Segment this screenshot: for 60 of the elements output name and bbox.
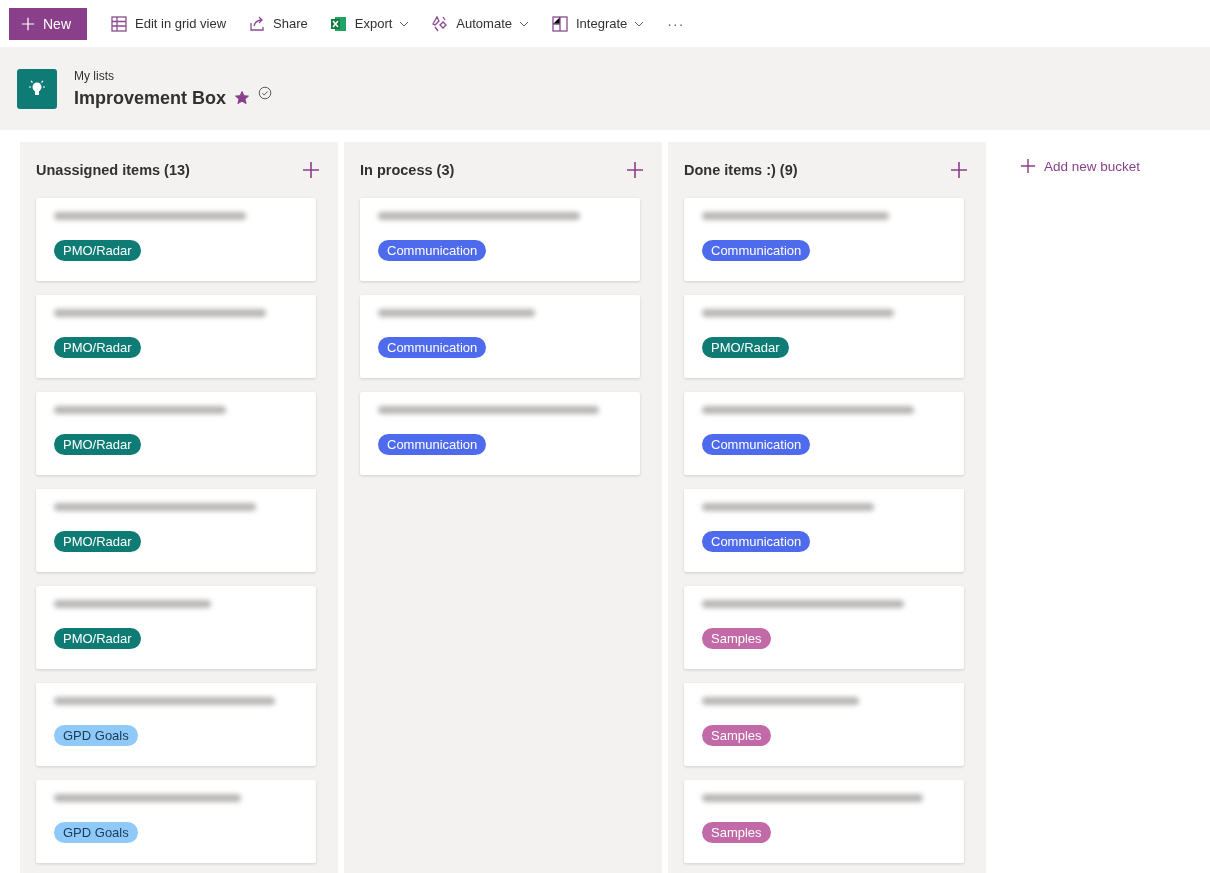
add-task-button[interactable] bbox=[624, 159, 646, 181]
grid-icon bbox=[110, 14, 128, 33]
task-card[interactable]: Samples bbox=[684, 683, 964, 766]
task-card[interactable]: PMO/Radar bbox=[36, 295, 316, 378]
task-card[interactable]: PMO/Radar bbox=[36, 586, 316, 669]
label-tag: GPD Goals bbox=[54, 725, 138, 746]
task-card[interactable]: Samples bbox=[684, 780, 964, 863]
task-card[interactable]: GPD Goals bbox=[36, 780, 316, 863]
task-card[interactable]: Samples bbox=[684, 586, 964, 669]
task-card[interactable]: GPD Goals bbox=[36, 683, 316, 766]
toolbar-button[interactable]: Edit in grid view bbox=[101, 7, 236, 40]
breadcrumb-link[interactable]: My lists bbox=[74, 68, 273, 83]
label-tag: PMO/Radar bbox=[702, 337, 789, 358]
task-card[interactable]: Communication bbox=[360, 295, 640, 378]
lightbulb-icon bbox=[17, 68, 57, 109]
label-tag: Communication bbox=[378, 337, 487, 358]
toolbar-button[interactable]: Export bbox=[320, 7, 419, 40]
more-button[interactable]: ··· bbox=[657, 15, 695, 32]
plus-icon bbox=[1020, 158, 1036, 174]
star-icon[interactable] bbox=[234, 90, 251, 106]
plus-icon bbox=[950, 161, 968, 179]
label-tag: Communication bbox=[702, 434, 811, 455]
new-button[interactable]: New bbox=[9, 7, 87, 40]
task-card[interactable]: Communication bbox=[360, 392, 640, 475]
plus-icon bbox=[302, 161, 320, 179]
task-card[interactable]: Communication bbox=[684, 392, 964, 475]
label-tag: PMO/Radar bbox=[54, 240, 141, 261]
bucket-title: Unassigned items (13) bbox=[36, 162, 190, 178]
task-card[interactable]: Communication bbox=[360, 198, 640, 281]
task-card[interactable]: PMO/Radar bbox=[684, 295, 964, 378]
label-tag: GPD Goals bbox=[54, 822, 138, 843]
task-card[interactable]: Communication bbox=[684, 198, 964, 281]
list-title: Improvement Box bbox=[74, 87, 227, 109]
label-tag: Samples bbox=[702, 725, 771, 746]
label-tag: PMO/Radar bbox=[54, 337, 141, 358]
label-tag: PMO/Radar bbox=[54, 434, 141, 455]
task-card[interactable]: PMO/Radar bbox=[36, 489, 316, 572]
add-task-button[interactable] bbox=[948, 159, 970, 181]
toolbar-button[interactable]: Automate bbox=[422, 7, 538, 40]
task-card[interactable]: PMO/Radar bbox=[36, 392, 316, 475]
label-tag: Samples bbox=[702, 628, 771, 649]
label-tag: PMO/Radar bbox=[54, 628, 141, 649]
label-tag: Communication bbox=[702, 531, 811, 552]
label-tag: Communication bbox=[702, 240, 811, 261]
label-tag: Communication bbox=[378, 240, 487, 261]
share-icon bbox=[248, 14, 267, 33]
task-card[interactable]: Communication bbox=[684, 489, 964, 572]
label-tag: Communication bbox=[378, 434, 487, 455]
label-tag: PMO/Radar bbox=[54, 531, 141, 552]
toolbar-button[interactable]: Integrate bbox=[542, 7, 654, 40]
label-tag: Samples bbox=[702, 822, 771, 843]
task-card[interactable]: PMO/Radar bbox=[36, 198, 316, 281]
bucket-title: In process (3) bbox=[360, 162, 455, 178]
add-bucket-button[interactable]: Add new bucket bbox=[1020, 158, 1141, 174]
plus-icon bbox=[626, 161, 644, 179]
plus-icon bbox=[21, 16, 35, 31]
toolbar-button[interactable]: Share bbox=[239, 7, 317, 40]
bucket-title: Done items :) (9) bbox=[684, 162, 798, 178]
check-circle-icon bbox=[258, 86, 273, 100]
add-task-button[interactable] bbox=[300, 159, 322, 181]
